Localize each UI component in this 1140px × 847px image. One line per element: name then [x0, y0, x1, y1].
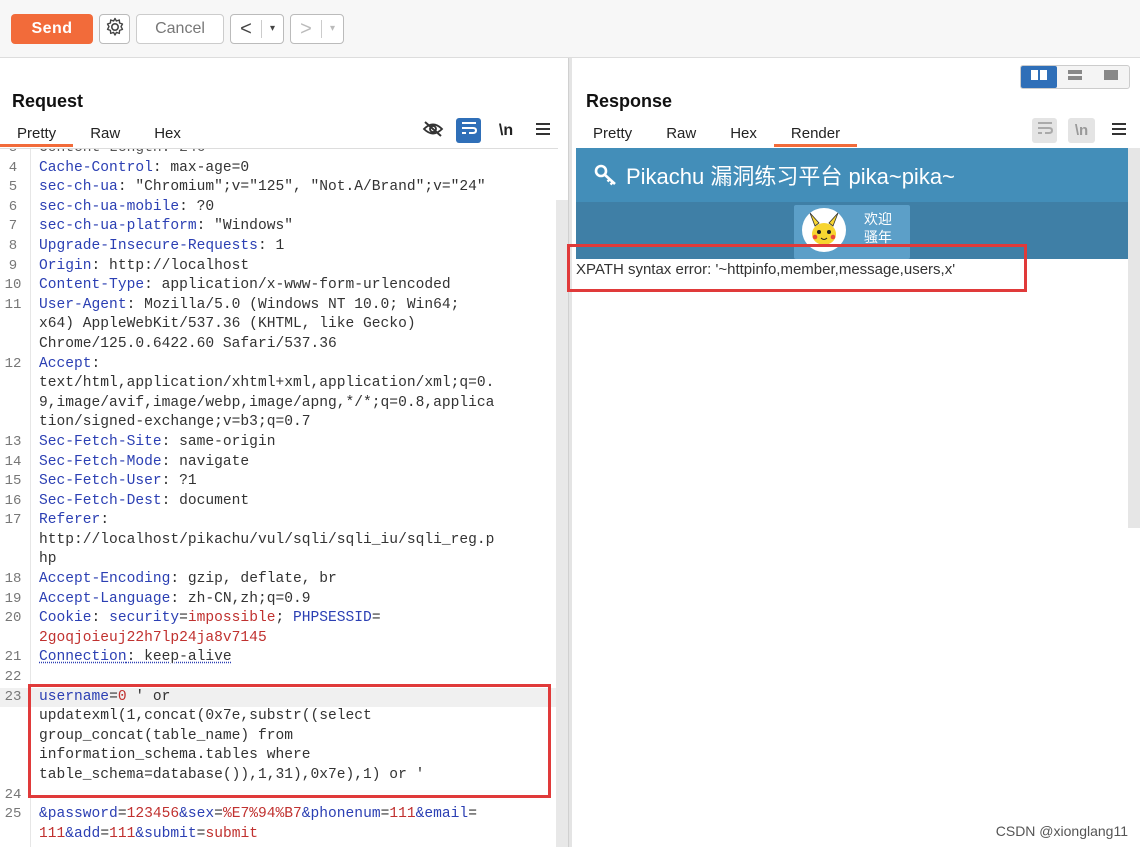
- key-icon: [594, 164, 618, 186]
- code-line: 5 sec-ch-ua: "Chromium";v="125", "Not.A/B…: [8, 179, 486, 196]
- code-line: 11 User-Agent: Mozilla/5.0 (Windows NT 10…: [4, 296, 460, 313]
- code-line: 7 sec-ch-ua-platform: "Windows": [8, 218, 293, 235]
- response-title: Response: [586, 91, 673, 111]
- rows-icon: [1066, 68, 1084, 86]
- cancel-button[interactable]: Cancel: [136, 14, 224, 44]
- hamburger-icon: [1111, 122, 1127, 141]
- code-line-continuation: 9,image/avif,image/webp,image/apng,*/*;q…: [39, 394, 495, 411]
- back-nav-group: < ▾: [230, 14, 284, 44]
- code-line: 16 Sec-Fetch-Dest: document: [4, 492, 250, 509]
- send-button[interactable]: Send: [11, 14, 93, 44]
- site-title: Pikachu 漏洞练习平台 pika~pika~: [626, 164, 955, 189]
- code-line-continuation: hp: [39, 551, 57, 568]
- code-line-continuation: http://localhost/pikachu/vul/sqli/sqli_i…: [39, 531, 495, 548]
- request-tabs: Pretty Raw Hex: [0, 123, 198, 147]
- response-menu-button[interactable]: [1106, 118, 1132, 144]
- code-line: 18 Accept-Encoding: gzip, deflate, br: [4, 571, 337, 588]
- request-title: Request: [12, 91, 84, 111]
- response-tab-hex[interactable]: Hex: [713, 123, 774, 147]
- layout-toggle: [1020, 65, 1130, 89]
- code-line-continuation: 111&add=111&submit=submit: [39, 825, 258, 842]
- code-line: 15 Sec-Fetch-User: ?1: [4, 473, 197, 490]
- code-line-continuation: Chrome/125.0.6422.60 Safari/537.36: [39, 335, 337, 352]
- pikachu-site-header: Pikachu 漏洞练习平台 pika~pika~: [576, 148, 1128, 202]
- forward-dropdown-button[interactable]: ▾: [321, 20, 343, 38]
- columns-icon: [1030, 68, 1048, 86]
- code-line: 20 Cookie: security=impossible; PHPSESSID…: [4, 610, 381, 627]
- code-line: 21 Connection: keep-alive: [4, 649, 232, 666]
- code-line: 19 Accept-Language: zh-CN,zh;q=0.9: [4, 590, 311, 607]
- settings-button[interactable]: [99, 14, 130, 44]
- code-line: 6 sec-ch-ua-mobile: ?0: [8, 198, 215, 215]
- response-newline-toggle-button[interactable]: \n: [1068, 118, 1095, 143]
- code-line: 12 Accept:: [4, 355, 101, 372]
- back-dropdown-button[interactable]: ▾: [261, 20, 283, 38]
- payload-highlight-box: [28, 684, 551, 798]
- code-line: 9 Origin: http://localhost: [8, 257, 250, 274]
- watermark: CSDN @xionglang11: [995, 823, 1128, 839]
- code-line-continuation: x64) AppleWebKit/537.36 (KHTML, like Gec…: [39, 316, 416, 333]
- hide-icon-button[interactable]: [420, 118, 446, 144]
- request-menu-button[interactable]: [530, 118, 556, 144]
- code-line: 17 Referer:: [4, 512, 110, 529]
- hamburger-icon: [535, 122, 551, 141]
- code-line: 13 Sec-Fetch-Site: same-origin: [4, 433, 276, 450]
- code-line: 4 Cache-Control: max-age=0: [8, 159, 250, 176]
- single-pane-icon: [1102, 68, 1120, 86]
- code-line: 25 &password=123456&sex=%E7%94%B7&phonenu…: [4, 806, 477, 823]
- response-tab-pretty[interactable]: Pretty: [576, 123, 649, 147]
- code-line-continuation: text/html,application/xhtml+xml,applicat…: [39, 375, 495, 392]
- welcome-text: 欢迎 骚年: [864, 211, 892, 245]
- code-line: 10 Content-Type: application/x-www-form-u…: [4, 277, 451, 294]
- request-tab-raw[interactable]: Raw: [73, 123, 137, 147]
- pane-divider[interactable]: [568, 58, 572, 847]
- response-tab-raw[interactable]: Raw: [649, 123, 713, 147]
- layout-stacked-button[interactable]: [1057, 66, 1093, 88]
- forward-nav-group: > ▾: [290, 14, 344, 44]
- gear-icon: [105, 17, 125, 42]
- eye-slash-icon: [422, 120, 444, 143]
- request-tab-hex[interactable]: Hex: [137, 123, 198, 147]
- wrap-icon: [1037, 121, 1053, 140]
- code-line-continuation: 2goqjoieuj22h7lp24ja8v7145: [39, 629, 267, 646]
- code-line: 14 Sec-Fetch-Mode: navigate: [4, 453, 250, 470]
- wrap-icon: [461, 121, 477, 140]
- layout-single-button[interactable]: [1093, 66, 1129, 88]
- response-scrollbar[interactable]: [1128, 148, 1140, 528]
- code-line: 3 Content-Length: 246: [8, 148, 206, 156]
- wrap-lines-button[interactable]: [456, 118, 481, 143]
- layout-side-by-side-button[interactable]: [1021, 66, 1057, 88]
- request-tab-pretty[interactable]: Pretty: [0, 123, 74, 147]
- forward-arrow-button[interactable]: >: [291, 18, 321, 41]
- response-tab-render[interactable]: Render: [773, 123, 858, 147]
- response-wrap-lines-button[interactable]: [1032, 118, 1057, 143]
- code-line: 8 Upgrade-Insecure-Requests: 1: [8, 237, 285, 254]
- request-scrollbar[interactable]: [556, 200, 568, 847]
- toolbar: Send Cancel < ▾ > ▾: [0, 0, 1140, 58]
- error-highlight-box: [567, 244, 1027, 292]
- back-arrow-button[interactable]: <: [231, 18, 261, 41]
- code-line-continuation: tion/signed-exchange;v=b3;q=0.7: [39, 414, 311, 431]
- response-tabs: Pretty Raw Hex Render: [576, 123, 858, 147]
- newline-toggle-button[interactable]: \n: [492, 118, 520, 144]
